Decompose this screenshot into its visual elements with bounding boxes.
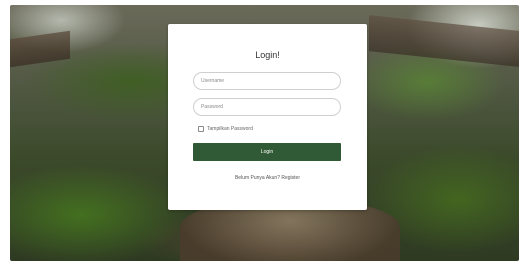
show-password-label: Tampilkan Password — [207, 126, 253, 132]
username-placeholder: Username — [201, 78, 225, 84]
show-password-row[interactable]: Tampilkan Password — [198, 125, 253, 133]
register-link[interactable]: Belum Punya Akun? Register — [168, 175, 367, 181]
login-title: Login! — [255, 50, 280, 60]
temple-roof-right — [369, 15, 519, 67]
login-button[interactable]: Login — [193, 143, 341, 161]
show-password-checkbox[interactable] — [198, 126, 204, 132]
password-input[interactable]: Password — [193, 98, 341, 116]
password-placeholder: Password — [201, 104, 223, 110]
temple-roof-left — [10, 30, 70, 68]
username-input[interactable]: Username — [193, 72, 341, 90]
login-card: Login! Username Password Tampilkan Passw… — [168, 24, 367, 210]
